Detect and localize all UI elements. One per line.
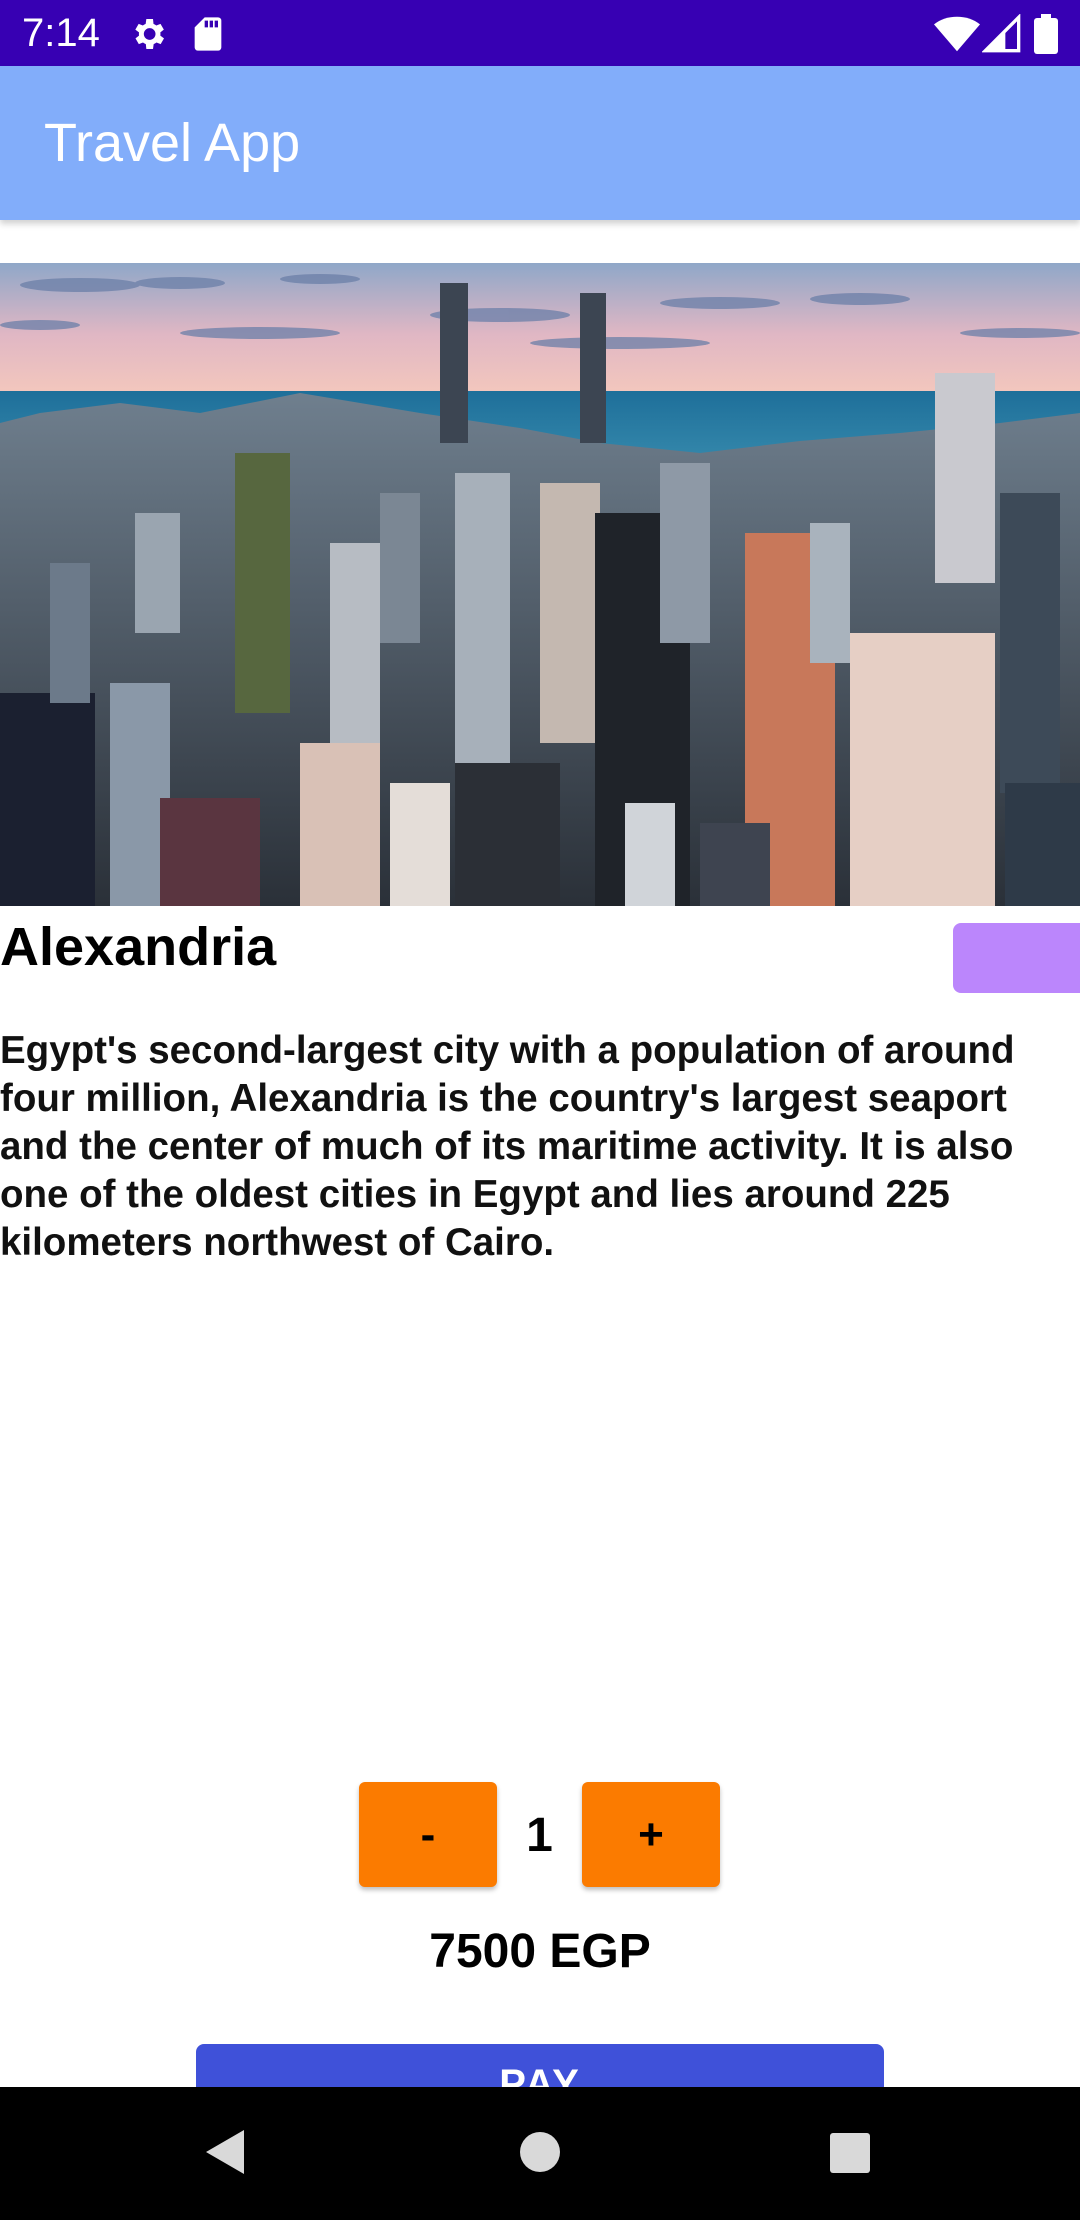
home-icon[interactable] bbox=[519, 2131, 561, 2178]
screen: 7:14 Travel App Alexandria Egypt's secon… bbox=[0, 0, 1080, 2220]
favorite-button[interactable] bbox=[953, 923, 1080, 993]
recents-icon[interactable] bbox=[829, 2132, 871, 2179]
wifi-icon bbox=[934, 14, 980, 54]
destination-description: Egypt's second-largest city with a popul… bbox=[0, 1029, 1015, 1264]
app-title: Travel App bbox=[44, 113, 301, 173]
battery-icon bbox=[1034, 14, 1058, 54]
gear-icon bbox=[128, 14, 168, 54]
status-time: 7:14 bbox=[22, 11, 100, 55]
increase-quantity-button[interactable]: + bbox=[582, 1782, 720, 1887]
status-bar: 7:14 bbox=[0, 0, 1080, 66]
app-bar: Travel App bbox=[0, 66, 1080, 220]
destination-name: Alexandria bbox=[0, 917, 277, 977]
back-icon[interactable] bbox=[204, 2128, 246, 2181]
decrease-quantity-button[interactable]: - bbox=[359, 1782, 497, 1887]
total-price: 7500 EGP bbox=[429, 1925, 651, 1978]
navigation-bar bbox=[0, 2087, 1080, 2220]
city-skyline-image bbox=[0, 263, 1080, 906]
sd-card-icon bbox=[188, 14, 228, 54]
signal-icon bbox=[981, 13, 1022, 54]
quantity-value: 1 bbox=[526, 1809, 553, 1862]
